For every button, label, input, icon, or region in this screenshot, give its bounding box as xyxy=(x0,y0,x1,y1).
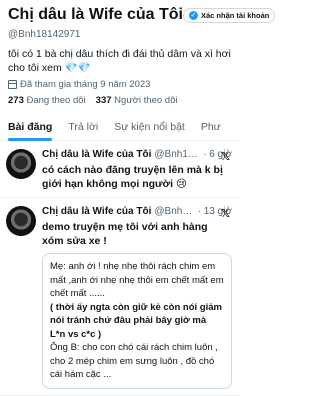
tweet-author-handle: @Bnh18... xyxy=(154,206,194,217)
tweet-author-name[interactable]: Chị dâu là Wife của Tôi xyxy=(42,149,151,160)
followers-label: Người theo dõi xyxy=(114,95,178,106)
tweet-author-name[interactable]: Chị dâu là Wife của Tôi xyxy=(42,206,151,217)
quote-line: Mẹ: anh ới ! nhẹ nhẹ thôi rách chim em m… xyxy=(50,261,224,299)
followers-count: 337 xyxy=(95,95,112,106)
tweet-item[interactable]: Chị dâu là Wife của Tôi @Bnh18... · 13 g… xyxy=(0,198,240,396)
profile-display-name: Chị dâu là Wife của Tôi xyxy=(8,6,183,23)
tweet-item[interactable]: Chị dâu là Wife của Tôi @Bnh181... · 6 g… xyxy=(0,141,240,198)
following-link[interactable]: 273 Đang theo dõi xyxy=(8,95,86,106)
tweet-author-handle: @Bnh181... xyxy=(154,149,200,160)
profile-header: Chị dâu là Wife của Tôi ✓ Xác nhận tài k… xyxy=(0,0,276,106)
quote-line: ( thời ấy ngta còn giữ kẻ còn nói giảm n… xyxy=(50,301,222,340)
quoted-text-box: Mẹ: anh ới ! nhẹ nhẹ thôi rách chim em m… xyxy=(42,253,232,389)
following-label: Đang theo dõi xyxy=(26,95,86,106)
verified-check-icon: ✓ xyxy=(188,10,198,20)
joined-date-text: Đã tham gia tháng 9 năm 2023 xyxy=(20,79,151,90)
tab-more[interactable]: Phư xyxy=(193,114,229,140)
joined-date: Đã tham gia tháng 9 năm 2023 xyxy=(8,79,232,90)
avatar[interactable] xyxy=(6,149,36,179)
verify-account-label: Xác nhận tài khoản xyxy=(200,10,270,20)
quote-line: Ông B: cho con chó cái rách chim luôn , … xyxy=(50,342,218,380)
tab-replies[interactable]: Trả lời xyxy=(60,114,106,140)
x-logo-icon: 𝕏 xyxy=(221,208,230,220)
profile-bio: tôi có 1 bà chị dâu thích đi đái thủ dâm… xyxy=(8,48,231,74)
following-count: 273 xyxy=(8,95,24,106)
x-logo-icon: 𝕏 xyxy=(221,151,230,163)
tweet-header: Chị dâu là Wife của Tôi @Bnh18... · 13 g… xyxy=(42,206,232,217)
calendar-icon xyxy=(8,80,17,89)
tweet-text: có cách nào đăng truyện lên mà k bị giới… xyxy=(42,164,223,190)
tab-highlights[interactable]: Sự kiện nổi bật xyxy=(106,114,193,140)
follow-stats: 273 Đang theo dõi 337 Người theo dõi xyxy=(8,95,232,106)
followers-link[interactable]: 337 Người theo dõi xyxy=(96,95,178,106)
profile-handle: @Bnh18142971 xyxy=(8,29,81,40)
profile-name-row: Chị dâu là Wife của Tôi ✓ Xác nhận tài k… xyxy=(8,2,276,28)
profile-tabs: Bài đăng Trả lời Sự kiện nổi bật Phư xyxy=(0,114,240,141)
verify-account-button[interactable]: ✓ Xác nhận tài khoản xyxy=(182,7,276,23)
tweet-text: demo truyện mẹ tôi với anh hàng xóm sửa … xyxy=(42,221,208,247)
avatar[interactable] xyxy=(6,206,36,236)
tab-posts[interactable]: Bài đăng xyxy=(0,114,60,141)
tweet-header: Chị dâu là Wife của Tôi @Bnh181... · 6 g… xyxy=(42,149,232,160)
